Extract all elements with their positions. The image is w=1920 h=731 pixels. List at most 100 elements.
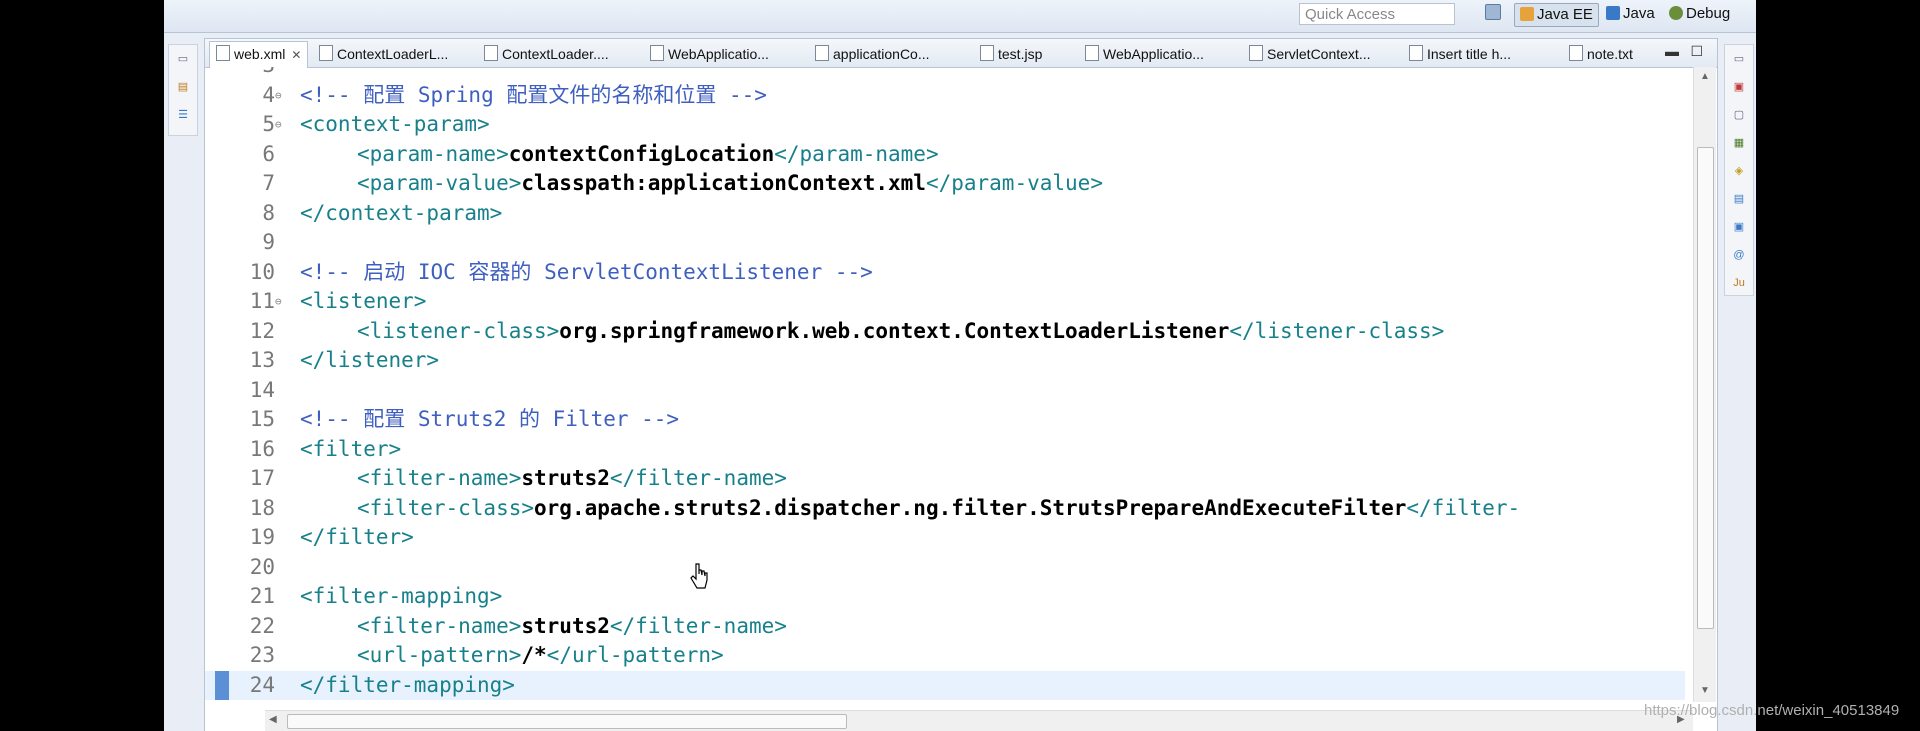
xml-text-value: org.springframework.web.context.ContextL… bbox=[559, 318, 1230, 343]
code-line[interactable]: 24 </filter-mapping> bbox=[205, 670, 1685, 700]
outline-icon[interactable]: ☰ bbox=[176, 109, 190, 121]
line-number: 7 bbox=[262, 171, 275, 195]
close-tab-icon[interactable]: ✕ bbox=[291, 48, 301, 62]
xml-close-tag: </param-name> bbox=[774, 141, 939, 166]
code-line[interactable]: 8 </context-param> bbox=[205, 199, 1685, 229]
xml-tag: </filter> bbox=[300, 525, 414, 549]
editor-tab[interactable]: ServletContext... bbox=[1249, 42, 1371, 66]
code-content: </listener> bbox=[300, 346, 439, 376]
editor-tab[interactable]: WebApplicatio... bbox=[650, 42, 769, 66]
xml-tag: </filter-mapping> bbox=[300, 672, 515, 697]
junit-icon[interactable]: Ju bbox=[1732, 277, 1746, 289]
quick-access-input[interactable]: Quick Access bbox=[1299, 3, 1455, 25]
xml-open-tag: <filter-class> bbox=[357, 495, 535, 520]
xml-open-tag: <filter-name> bbox=[357, 613, 522, 638]
code-line[interactable]: 21 <filter-mapping> bbox=[205, 582, 1685, 612]
servers-icon[interactable]: ▦ bbox=[1732, 137, 1746, 149]
code-line[interactable]: 16 <filter> bbox=[205, 435, 1685, 465]
xml-close-tag: </listener-class> bbox=[1229, 318, 1445, 343]
code-line[interactable]: 10 <!-- 启动 IOC 容器的 ServletContextListener… bbox=[205, 258, 1685, 288]
task-list-icon[interactable]: ▣ bbox=[1732, 81, 1746, 93]
line-number: 13 bbox=[249, 348, 275, 372]
xml-text-value: contextConfigLocation bbox=[508, 141, 775, 166]
xml-open-tag: <param-name> bbox=[357, 141, 509, 166]
javadoc-icon[interactable]: @ bbox=[1732, 249, 1746, 261]
code-line[interactable]: 4 ⊖ <!-- 配置 Spring 配置文件的名称和位置 --> bbox=[205, 81, 1685, 111]
minimize-icon[interactable]: ▬ bbox=[1665, 43, 1679, 59]
restore-icon[interactable]: ▭ bbox=[176, 53, 190, 65]
scroll-down-arrow[interactable]: ▼ bbox=[1700, 685, 1710, 696]
fold-toggle-icon[interactable]: ⊖ bbox=[275, 287, 282, 317]
editor-tab-bar: web.xml ✕ ContextLoaderL... ContextLoader..… bbox=[205, 39, 1717, 68]
perspective-java-ee-button[interactable]: Java EE bbox=[1514, 3, 1599, 27]
xml-open-tag: <param-value> bbox=[357, 171, 522, 195]
editor-tab[interactable]: ContextLoaderL... bbox=[319, 42, 448, 66]
problems-icon[interactable]: ▣ bbox=[1732, 221, 1746, 233]
editor-tab[interactable]: web.xml ✕ bbox=[209, 41, 309, 68]
code-line[interactable]: 23 <url-pattern>/*</url-pattern> bbox=[205, 641, 1685, 671]
code-content: <!-- 配置 Spring 配置文件的名称和位置 --> bbox=[300, 81, 767, 111]
editor-tab[interactable]: applicationCo... bbox=[815, 42, 930, 66]
code-line[interactable]: 3 bbox=[205, 67, 1685, 81]
file-icon bbox=[1085, 45, 1099, 61]
xml-comment: <!-- 配置 Struts2 的 Filter --> bbox=[300, 407, 680, 431]
code-line[interactable]: 13 </listener> bbox=[205, 346, 1685, 376]
line-number: 20 bbox=[249, 554, 275, 579]
editor-tab[interactable]: ContextLoader.... bbox=[484, 42, 609, 66]
maximize-icon[interactable]: ☐ bbox=[1690, 43, 1703, 60]
scroll-up-arrow[interactable]: ▲ bbox=[1700, 71, 1710, 82]
editor-tab[interactable]: test.jsp bbox=[980, 42, 1042, 66]
xml-text-value: org.apache.struts2.dispatcher.ng.filter.… bbox=[534, 495, 1407, 520]
console-view-icon[interactable]: ▢ bbox=[1732, 109, 1746, 121]
editor-tab[interactable]: Insert title h... bbox=[1409, 42, 1511, 66]
snippets-icon[interactable]: ▤ bbox=[1732, 193, 1746, 205]
code-line[interactable]: 17 <filter-name>struts2</filter-name> bbox=[205, 464, 1685, 494]
tab-label: Insert title h... bbox=[1427, 46, 1512, 62]
code-line[interactable]: 12 <listener-class>org.springframework.we… bbox=[205, 317, 1685, 347]
main-toolbar: Quick Access Java EE Java Debug bbox=[164, 0, 1756, 33]
code-line[interactable]: 22 <filter-name>struts2</filter-name> bbox=[205, 612, 1685, 642]
code-line[interactable]: 6 <param-name>contextConfigLocation</para… bbox=[205, 140, 1685, 170]
xml-editor: web.xml ✕ ContextLoaderL... ContextLoader..… bbox=[204, 38, 1718, 731]
code-line[interactable]: 9 bbox=[205, 228, 1685, 258]
xml-comment: <!-- 启动 IOC 容器的 ServletContextListener -… bbox=[300, 259, 873, 284]
code-line[interactable]: 5 ⊖ <context-param> bbox=[205, 110, 1685, 140]
horizontal-scroll-thumb[interactable] bbox=[287, 714, 847, 729]
open-perspective-button[interactable] bbox=[1485, 3, 1507, 25]
perspective-java-button[interactable]: Java bbox=[1606, 3, 1655, 25]
package-explorer-icon[interactable]: ▤ bbox=[176, 81, 190, 93]
fold-toggle-icon[interactable]: ⊖ bbox=[275, 81, 282, 111]
code-line[interactable]: 14 bbox=[205, 376, 1685, 406]
code-area[interactable]: 34⊖<!-- 配置 Spring 配置文件的名称和位置 -->5⊖<conte… bbox=[205, 67, 1717, 702]
tab-label: applicationCo... bbox=[833, 46, 930, 62]
vertical-scroll-thumb[interactable] bbox=[1697, 147, 1714, 629]
editor-tab[interactable]: WebApplicatio... bbox=[1085, 42, 1204, 66]
code-content: <listener-class>org.springframework.web.… bbox=[357, 317, 1444, 347]
code-line[interactable]: 19 </filter> bbox=[205, 523, 1685, 553]
horizontal-scrollbar[interactable]: ◀ ▶ bbox=[265, 710, 1693, 731]
xml-open-tag: <listener-class> bbox=[357, 318, 560, 343]
code-line[interactable]: 18 <filter-class>org.apache.struts2.dispa… bbox=[205, 494, 1685, 524]
line-number: 23 bbox=[249, 643, 275, 667]
line-number: 11 bbox=[249, 289, 275, 313]
code-content: <!-- 启动 IOC 容器的 ServletContextListener -… bbox=[300, 258, 873, 288]
fold-toggle-icon[interactable]: ⊖ bbox=[275, 110, 282, 140]
xml-close-tag: </param-value> bbox=[925, 171, 1103, 195]
code-line[interactable]: 20 bbox=[205, 553, 1685, 583]
vertical-scrollbar[interactable]: ▲ ▼ bbox=[1693, 67, 1716, 702]
restore-icon[interactable]: ▭ bbox=[1732, 53, 1746, 65]
code-line[interactable]: 11 ⊖ <listener> bbox=[205, 287, 1685, 317]
left-trim-stack: ▭ ▤ ☰ bbox=[168, 44, 198, 136]
code-line[interactable]: 15 <!-- 配置 Struts2 的 Filter --> bbox=[205, 405, 1685, 435]
line-number: 18 bbox=[249, 495, 275, 520]
xml-tag: <listener> bbox=[300, 289, 427, 313]
file-icon bbox=[319, 45, 333, 61]
data-source-icon[interactable]: ◈ bbox=[1732, 165, 1746, 177]
xml-comment: <!-- 配置 Spring 配置文件的名称和位置 --> bbox=[300, 82, 767, 107]
editor-tab[interactable]: note.txt bbox=[1569, 42, 1633, 66]
perspective-debug-button[interactable]: Debug bbox=[1669, 3, 1730, 25]
code-line[interactable]: 7 <param-value>classpath:applicationConte… bbox=[205, 169, 1685, 199]
xml-tag: </listener> bbox=[300, 348, 440, 372]
perspective-label: Debug bbox=[1686, 5, 1731, 22]
scroll-left-arrow[interactable]: ◀ bbox=[269, 714, 277, 725]
